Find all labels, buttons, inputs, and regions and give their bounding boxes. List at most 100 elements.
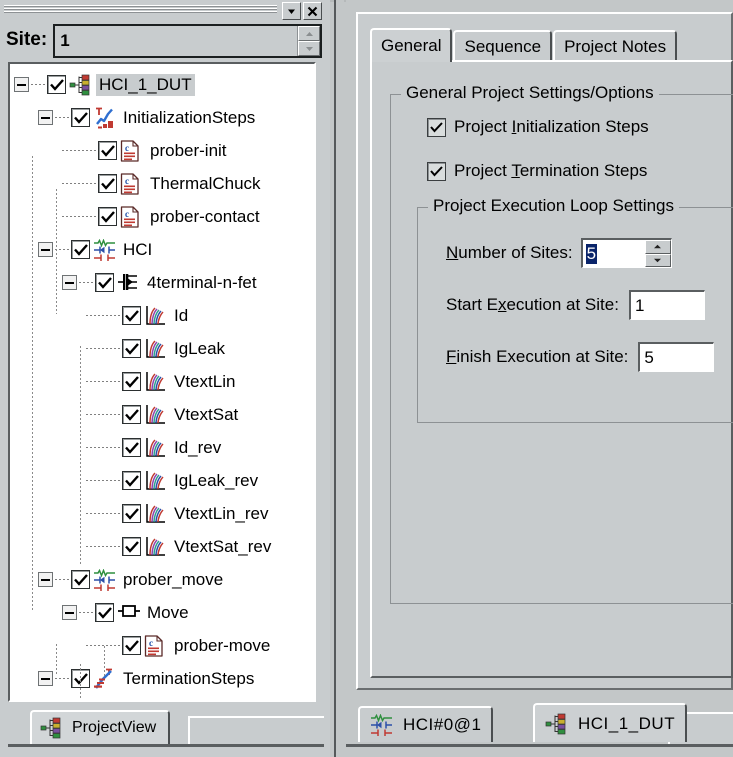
tab-label: General (381, 36, 442, 55)
properties-panel-frame: General Sequence Project Notes General Pro… (356, 12, 733, 690)
tree-connector (86, 314, 120, 317)
tree-item-id-rev[interactable]: Id_rev (10, 431, 314, 464)
tree-expander-collapse-icon[interactable] (38, 671, 53, 686)
finish-execution-at-site-value: 5 (644, 347, 654, 367)
app-window: Site: HCI_1 (0, 0, 733, 757)
tree-item-initializationsteps[interactable]: InitializationSteps (10, 101, 314, 134)
tree-item-label: prober_move (123, 569, 224, 589)
graph-curves-icon (144, 437, 167, 459)
checkmark-icon[interactable] (427, 117, 446, 137)
tab-projectview[interactable]: ProjectView (30, 710, 171, 744)
tree-item-checkbox[interactable] (98, 174, 117, 193)
svg-text:c: c (125, 209, 129, 219)
tree-item-checkbox[interactable] (122, 306, 141, 325)
tab-sequence[interactable]: Sequence (453, 30, 553, 62)
tree-connector (86, 380, 120, 383)
tree-item-checkbox[interactable] (122, 372, 141, 391)
field-start-execution-at-site-label: Start Execution at Site: (446, 295, 619, 314)
tree-item-igleak-rev[interactable]: IgLeak_rev (10, 464, 314, 497)
field-number-of-sites: Number of Sites: 5 (446, 238, 672, 268)
number-of-sites-spinner[interactable]: 5 (580, 238, 672, 268)
tree-connector (62, 182, 96, 185)
titlebar-grip (4, 5, 277, 17)
site-field-wrapper (53, 24, 322, 58)
tree-expander-collapse-icon[interactable] (38, 110, 53, 125)
left-tabstrip-filler (188, 716, 324, 746)
tree-item-checkbox[interactable] (122, 405, 141, 424)
restore-down-icon[interactable] (282, 2, 301, 20)
c-document-icon: c (120, 172, 143, 195)
tree-expander-collapse-icon[interactable] (62, 275, 77, 290)
tree-item-label: prober-move (174, 635, 271, 655)
tree-item-checkbox[interactable] (95, 273, 114, 292)
site-row: Site: (6, 24, 322, 58)
tree-item-prober-move[interactable]: prober_move (10, 563, 314, 596)
tree-item-vtextlin[interactable]: VtextLin (10, 365, 314, 398)
tree-item-vtextsat[interactable]: VtextSat (10, 398, 314, 431)
tree-item-move[interactable]: Move (10, 596, 314, 629)
tree-item-checkbox[interactable] (122, 537, 141, 556)
tree-item-checkbox[interactable] (47, 75, 66, 94)
tree-item-checkbox[interactable] (122, 636, 141, 655)
general-settings-group: General Project Settings/Options Project… (390, 84, 733, 604)
tree-connector (86, 446, 120, 449)
site-input[interactable] (55, 26, 297, 56)
c-document-icon: c (144, 634, 167, 657)
tree-expander-collapse-icon[interactable] (62, 605, 77, 620)
tree-item-vtextlin-rev[interactable]: VtextLin_rev (10, 497, 314, 530)
start-execution-at-site-input[interactable]: 1 (628, 290, 705, 320)
checkbox-project-initialization-steps[interactable]: Project Initialization Steps (427, 117, 649, 137)
tree-guide-line (56, 644, 57, 674)
execution-loop-group-title: Project Execution Loop Settings (428, 197, 679, 214)
general-settings-group-title: General Project Settings/Options (401, 84, 659, 101)
close-icon[interactable] (303, 2, 322, 20)
tree-connector (86, 545, 120, 548)
tree-item-label: IgLeak (174, 338, 226, 358)
document-tab-hci-1-dut[interactable]: HCI_1_DUT (533, 703, 688, 742)
finish-execution-at-site-input[interactable]: 5 (638, 342, 715, 372)
tab-label: Sequence (464, 37, 542, 56)
tree-expander-collapse-icon[interactable] (38, 242, 53, 257)
number-of-sites-value-wrap[interactable]: 5 (583, 240, 645, 267)
tree-item-igleak[interactable]: IgLeak (10, 332, 314, 365)
tree-item-vtextsat-rev[interactable]: VtextSat_rev (10, 530, 314, 563)
tree-item-checkbox[interactable] (122, 438, 141, 457)
site-spinner (297, 26, 320, 56)
tree-item-hci-1-dut[interactable]: HCI_1_DUT (10, 68, 314, 101)
tree-item-checkbox[interactable] (71, 108, 90, 127)
tree-item-checkbox[interactable] (98, 207, 117, 226)
tree-item-checkbox[interactable] (122, 471, 141, 490)
tree-item-checkbox[interactable] (122, 339, 141, 358)
execution-loop-group: Project Execution Loop Settings Number o… (417, 197, 733, 423)
tree-item-checkbox[interactable] (71, 240, 90, 259)
tab-general[interactable]: General (370, 28, 453, 62)
checkbox-project-termination-steps-label: Project Termination Steps (454, 161, 648, 180)
site-spinner-up[interactable] (298, 26, 320, 41)
project-tree[interactable]: HCI_1_DUT InitializationSteps c prober-i… (8, 62, 316, 702)
panel-splitter[interactable] (334, 0, 344, 757)
site-spinner-down[interactable] (298, 41, 320, 56)
dut-tree-icon (545, 713, 568, 735)
tree-item-prober-init[interactable]: c prober-init (10, 134, 314, 167)
tree-item-checkbox[interactable] (98, 141, 117, 160)
checkbox-project-termination-steps[interactable]: Project Termination Steps (427, 161, 647, 181)
tree-item-checkbox[interactable] (71, 570, 90, 589)
tree-item-checkbox[interactable] (95, 603, 114, 622)
tree-item-label: HCI_1_DUT (96, 73, 195, 96)
tree-item-prober-separate[interactable]: c prober-separate (10, 695, 314, 700)
document-tab-hci-0-1[interactable]: HCI#0@1 (358, 706, 494, 742)
number-of-sites-spin-up[interactable] (644, 240, 671, 254)
tree-expander-collapse-icon[interactable] (38, 572, 53, 587)
tree-item-checkbox[interactable] (122, 504, 141, 523)
checkmark-icon[interactable] (427, 161, 446, 181)
tree-item-label: Id (174, 305, 189, 325)
number-of-sites-spin-down[interactable] (644, 253, 671, 267)
tree-guide-line (80, 346, 81, 564)
tree-item-label: VtextLin (174, 371, 236, 391)
tab-project-notes[interactable]: Project Notes (553, 30, 678, 62)
tree-connector (55, 248, 69, 251)
project-explorer-panel: Site: HCI_1 (0, 0, 330, 757)
tree-item-label: IgLeak_rev (174, 470, 259, 490)
tree-expander-collapse-icon[interactable] (14, 77, 29, 92)
tree-item-label: VtextLin_rev (174, 503, 269, 523)
